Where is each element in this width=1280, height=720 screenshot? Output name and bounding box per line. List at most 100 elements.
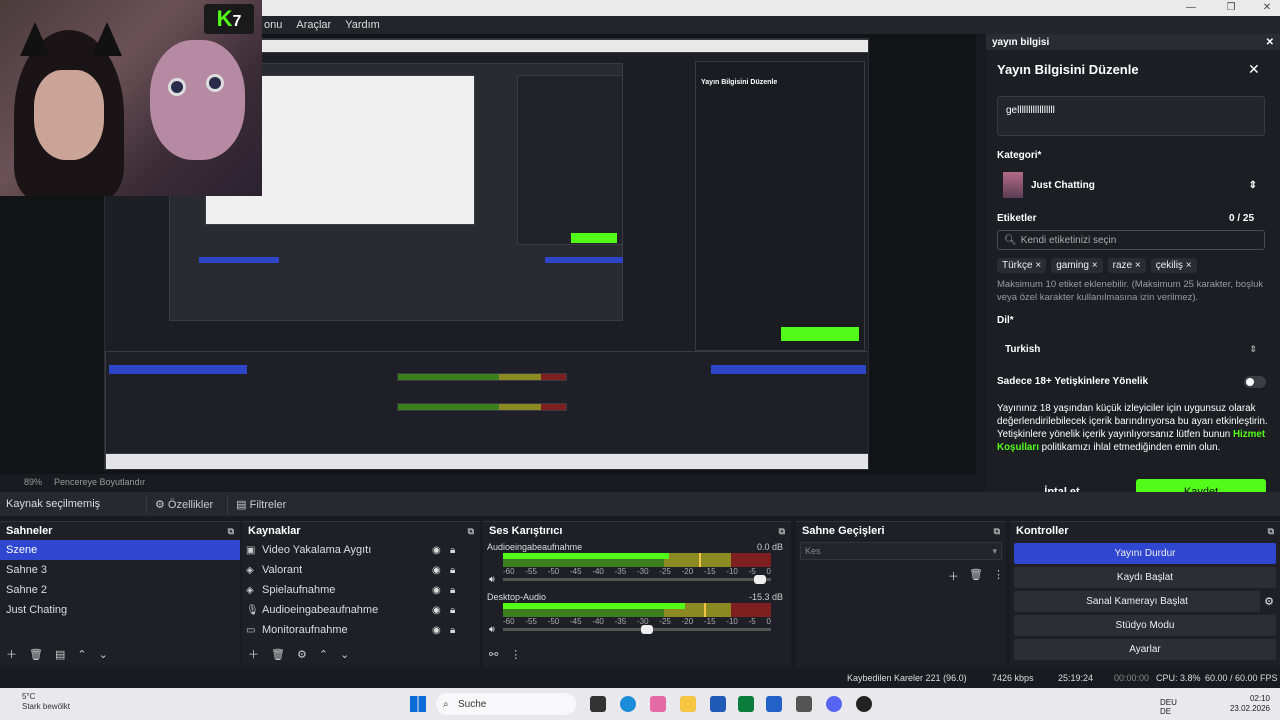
obs-icon[interactable] xyxy=(856,696,872,712)
scale-mode[interactable]: Pencereye Boyutlandır xyxy=(54,477,145,487)
volume-knob[interactable] xyxy=(641,625,654,634)
eye-icon[interactable]: ◉ xyxy=(432,585,441,596)
clock[interactable]: 02:10 23.02.2026 xyxy=(1230,694,1270,714)
eye-icon[interactable]: ◉ xyxy=(432,545,441,556)
stream-title-input[interactable]: gelllllllllllllllll xyxy=(997,96,1265,136)
lock-icon[interactable]: 🔒︎ xyxy=(450,585,455,596)
discord-icon[interactable] xyxy=(826,696,842,712)
meter-peak xyxy=(698,553,701,567)
trash-icon[interactable]: 🗑︎ xyxy=(271,648,285,661)
app-icon[interactable] xyxy=(738,696,754,712)
settings-button[interactable]: Ayarlar xyxy=(1014,639,1276,660)
scene-item[interactable]: Just Chating xyxy=(0,600,240,620)
zoom-level[interactable]: 89% xyxy=(24,477,42,487)
channel-db: 0.0 dB xyxy=(756,542,783,552)
studio-mode-button[interactable]: Stüdyo Modu xyxy=(1014,615,1276,636)
arrow-down-icon[interactable]: ⌄ xyxy=(99,648,108,661)
maximize-icon[interactable]: ❐ xyxy=(1220,0,1242,16)
add-icon[interactable]: ＋ xyxy=(6,646,17,662)
meter-tick-label: -35 xyxy=(614,617,627,626)
close-icon[interactable]: ✕ xyxy=(1248,61,1260,78)
store-icon[interactable] xyxy=(710,696,726,712)
more-icon[interactable]: ⋮ xyxy=(993,568,1004,584)
tag-chip[interactable]: Türkçe × xyxy=(997,258,1047,273)
link-icon[interactable]: ⚯ xyxy=(489,648,498,661)
dock-float-icon[interactable]: ⧉ xyxy=(228,526,234,537)
task-view-icon[interactable] xyxy=(590,696,606,712)
add-icon[interactable]: ＋ xyxy=(948,568,959,584)
volume-slider[interactable] xyxy=(503,575,771,584)
source-name: Video Yakalama Aygıtı xyxy=(262,544,372,556)
plush-eye-right xyxy=(206,74,224,92)
weather-desc: Stark bewölkt xyxy=(22,702,71,711)
taskbar-search[interactable]: ⌕ Suche xyxy=(436,693,576,715)
tag-chip[interactable]: gaming × xyxy=(1051,258,1103,273)
more-icon[interactable]: ⋮ xyxy=(510,648,521,661)
weather-widget[interactable]: 5°C Stark bewölkt xyxy=(22,692,70,712)
eye-icon[interactable]: ◉ xyxy=(432,605,441,616)
lock-icon[interactable]: 🔒︎ xyxy=(450,605,455,616)
start-recording-button[interactable]: Kaydı Başlat xyxy=(1014,567,1276,588)
source-item[interactable]: ◈ Valorant ◉ 🔒︎ xyxy=(242,560,480,580)
arrow-up-icon[interactable]: ⌃ xyxy=(77,648,86,661)
status-bar: Kaybedilen Kareler 221 (96.0) 7426 kbps … xyxy=(0,670,1280,686)
lock-icon[interactable]: 🔒︎ xyxy=(450,625,455,636)
language-select[interactable]: Turkish ⇕ xyxy=(997,336,1265,362)
menu-item-tools[interactable]: Araçlar xyxy=(296,19,331,31)
dock-float-icon[interactable]: ⧉ xyxy=(468,526,474,537)
language-indicator[interactable]: DEU DE xyxy=(1160,698,1177,716)
source-item[interactable]: ◈ Spielaufnahme ◉ 🔒︎ xyxy=(242,580,480,600)
lock-icon[interactable]: 🔒︎ xyxy=(450,545,455,556)
dock-float-icon[interactable]: ⧉ xyxy=(1268,526,1274,537)
source-item[interactable]: 🎙︎ Audioeingabeaufnahme ◉ 🔒︎ xyxy=(242,600,480,620)
tag-search-input[interactable]: 🔍︎ Kendi etiketinizi seçin xyxy=(997,230,1265,250)
adult-label: Sadece 18+ Yetişkinlere Yönelik xyxy=(997,376,1149,387)
edge-icon[interactable] xyxy=(620,696,636,712)
gear-icon[interactable]: ⚙ xyxy=(297,648,307,661)
copilot-icon[interactable] xyxy=(650,696,666,712)
transition-select[interactable]: Kes ▾ xyxy=(800,542,1002,560)
lock-icon[interactable]: 🔒︎ xyxy=(450,565,455,576)
adult-toggle[interactable] xyxy=(1244,376,1266,388)
scene-item[interactable]: Sahne 3 xyxy=(0,560,240,580)
properties-button[interactable]: ⚙ Özellikler xyxy=(146,494,221,514)
volume-slider[interactable] xyxy=(503,625,771,634)
volume-knob[interactable] xyxy=(753,575,766,584)
speaker-icon[interactable]: 🔊︎ xyxy=(489,574,495,585)
trash-icon[interactable]: 🗑︎ xyxy=(29,648,43,661)
start-virtual-camera-button[interactable]: Sanal Kamerayı Başlat xyxy=(1014,591,1261,612)
trash-icon[interactable]: 🗑︎ xyxy=(969,568,983,584)
eye-icon[interactable]: ◉ xyxy=(432,625,441,636)
tag-chip[interactable]: çekiliş × xyxy=(1150,258,1197,273)
arrow-down-icon[interactable]: ⌄ xyxy=(340,648,349,661)
filter-icon[interactable]: ▤ xyxy=(55,648,65,661)
source-item[interactable]: ▭ Monitoraufnahme ◉ 🔒︎ xyxy=(242,620,480,640)
close-icon[interactable]: ✕ xyxy=(1266,37,1274,48)
scene-item[interactable]: Szene xyxy=(0,540,240,560)
menu-item-docks[interactable]: onu xyxy=(264,19,282,31)
add-icon[interactable]: ＋ xyxy=(248,646,259,662)
tag-chip[interactable]: raze × xyxy=(1107,258,1146,273)
windows-start-icon[interactable] xyxy=(410,696,426,712)
scene-item[interactable]: Sahne 2 xyxy=(0,580,240,600)
menu-item-help[interactable]: Yardım xyxy=(345,19,380,31)
eye-icon[interactable]: ◉ xyxy=(432,565,441,576)
explorer-icon[interactable] xyxy=(680,696,696,712)
minimize-icon[interactable]: — xyxy=(1180,0,1202,16)
channel-name: Audioeingabeaufnahme xyxy=(487,542,583,552)
nested-taskbar xyxy=(105,453,868,469)
settings-icon[interactable] xyxy=(796,696,812,712)
stop-stream-button[interactable]: Yayını Durdur xyxy=(1014,543,1276,564)
webcam-face xyxy=(34,70,104,160)
scenes-dock: Sahneler ⧉ Szene Sahne 3 Sahne 2 Just Cha… xyxy=(0,521,240,667)
close-icon[interactable]: ✕ xyxy=(1256,0,1278,16)
filters-button[interactable]: ▤ Filtreler xyxy=(227,494,294,514)
category-select[interactable]: Just Chatting ⇕ xyxy=(997,168,1265,202)
dock-float-icon[interactable]: ⧉ xyxy=(779,526,785,537)
source-item[interactable]: ▣ Video Yakalama Aygıtı ◉ 🔒︎ xyxy=(242,540,480,560)
speaker-icon[interactable]: 🔊︎ xyxy=(489,624,495,635)
gear-icon[interactable]: ⚙ xyxy=(1264,595,1274,608)
app-icon[interactable] xyxy=(766,696,782,712)
arrow-up-icon[interactable]: ⌃ xyxy=(319,648,328,661)
dock-float-icon[interactable]: ⧉ xyxy=(994,526,1000,537)
